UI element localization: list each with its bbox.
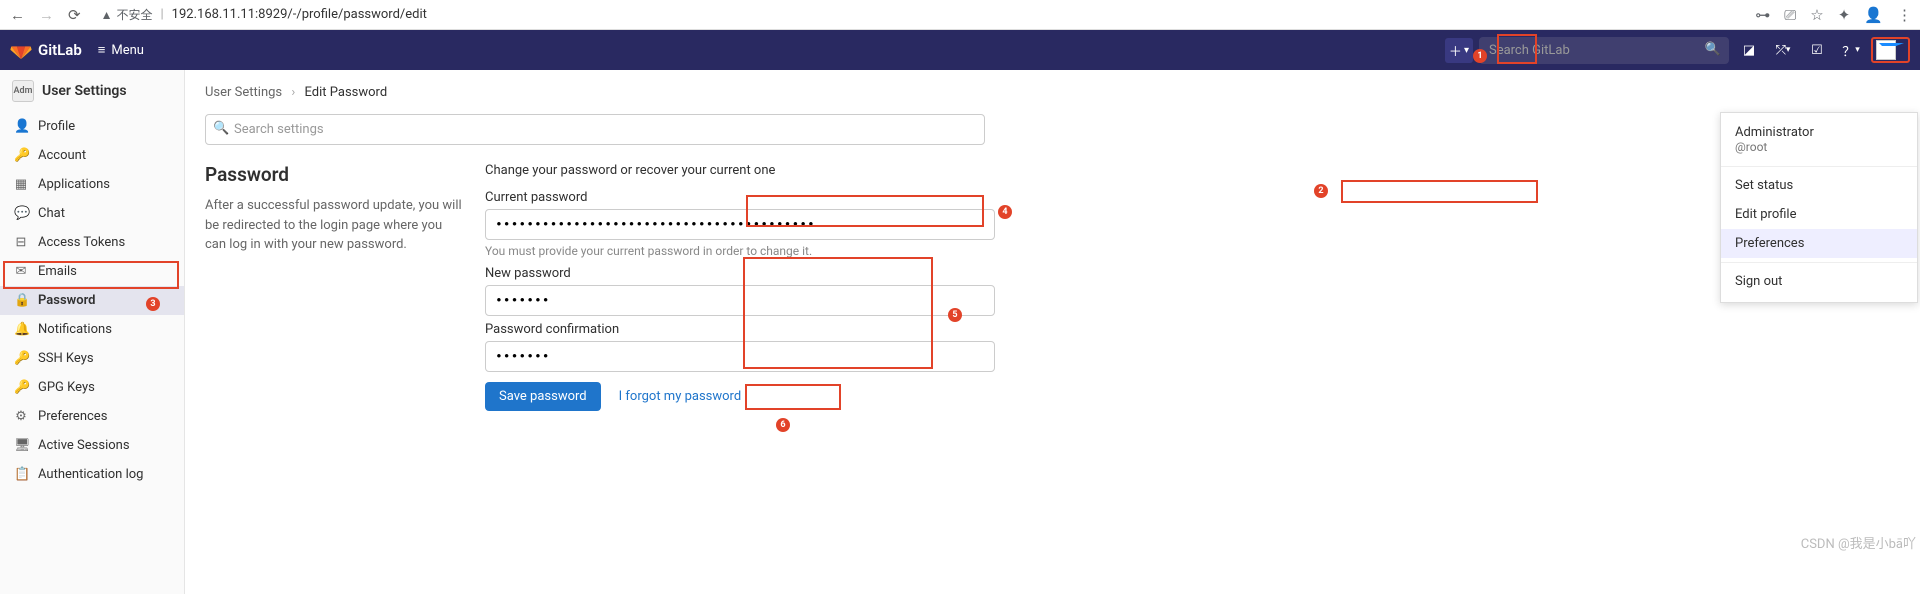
user-menu-toggle[interactable]: ▾ (1871, 37, 1910, 63)
reload-button[interactable]: ⟳ (66, 6, 83, 24)
help-icon[interactable]: ？▾ (1837, 36, 1865, 64)
account-icon: 🔑 (14, 148, 28, 163)
annot-num-2: 2 (1314, 184, 1328, 198)
forgot-password-link[interactable]: I forgot my password (619, 389, 742, 404)
chat-icon: 💬 (14, 206, 28, 221)
sidebar-item-applications[interactable]: ▦Applications (0, 170, 184, 199)
todos-icon[interactable]: ☑ (1803, 36, 1831, 64)
confirm-password-label: Password confirmation (485, 322, 995, 337)
form-hint: Change your password or recover your cur… (485, 163, 995, 178)
tanuki-icon (10, 39, 32, 61)
log-icon: 📋 (14, 467, 28, 482)
global-search[interactable]: 🔍 (1479, 37, 1729, 64)
sidebar-item-auth-log[interactable]: 📋Authentication log (0, 460, 184, 489)
sidebar-item-profile[interactable]: 👤Profile (0, 112, 184, 141)
sidebar-item-active-sessions[interactable]: 🖥Active Sessions (0, 431, 184, 460)
sidebar-item-access-tokens[interactable]: ⊟Access Tokens (0, 228, 184, 257)
merge-requests-icon[interactable]: ⤱ ▾ (1769, 36, 1797, 64)
form-description: Password After a successful password upd… (205, 163, 465, 411)
back-button[interactable]: ← (8, 6, 27, 24)
dropdown-edit-profile[interactable]: Edit profile (1721, 200, 1917, 229)
search-icon: 🔍 (1705, 42, 1721, 57)
url-text: 192.168.11.11:8929/-/profile/password/ed… (172, 7, 427, 22)
annot-num-1: 1 (1473, 49, 1487, 63)
sidebar-item-notifications[interactable]: 🔔Notifications (0, 315, 184, 344)
profile-icon: 👤 (14, 119, 28, 134)
sidebar-item-ssh-keys[interactable]: 🔑SSH Keys (0, 344, 184, 373)
new-password-input[interactable] (485, 285, 995, 316)
search-settings-input[interactable] (205, 114, 985, 145)
annot-num-3: 3 (146, 297, 160, 311)
dropdown-preferences[interactable]: Preferences (1721, 229, 1917, 258)
email-icon: ✉ (14, 264, 28, 279)
sliders-icon: ⚙ (14, 409, 28, 424)
sidebar-item-gpg-keys[interactable]: 🔑GPG Keys (0, 373, 184, 402)
browser-toolbar: ← → ⟳ ▲ 不安全 | 192.168.11.11:8929/-/profi… (0, 0, 1920, 30)
key-icon[interactable]: ⊶ (1755, 6, 1770, 24)
search-icon: 🔍 (213, 121, 229, 136)
breadcrumb-current: Edit Password (305, 85, 388, 100)
page-title: Password (205, 163, 465, 186)
current-password-help: You must provide your current password i… (485, 244, 995, 258)
token-icon: ⊟ (14, 235, 28, 250)
app-body: Adm User Settings 👤Profile 🔑Account ▦App… (0, 70, 1920, 594)
user-dropdown: Administrator @root Set status Edit prof… (1720, 112, 1918, 303)
password-form: Change your password or recover your cur… (485, 163, 995, 411)
bell-icon: 🔔 (14, 322, 28, 337)
sidebar-item-chat[interactable]: 💬Chat (0, 199, 184, 228)
sidebar: Adm User Settings 👤Profile 🔑Account ▦App… (0, 70, 185, 594)
breadcrumb-root[interactable]: User Settings (205, 85, 282, 100)
sessions-icon: 🖥 (14, 438, 28, 453)
dropdown-sign-out[interactable]: Sign out (1721, 267, 1917, 296)
sidebar-avatar: Adm (12, 80, 34, 102)
key-icon: 🔑 (14, 351, 28, 366)
forward-button[interactable]: → (37, 6, 56, 24)
plus-icon: ＋ (1449, 41, 1462, 60)
key-icon: 🔑 (14, 380, 28, 395)
apps-icon: ▦ (14, 177, 28, 192)
current-password-input[interactable] (485, 209, 995, 240)
dropdown-header: Administrator @root (1721, 119, 1917, 162)
gitlab-logo[interactable]: GitLab (10, 39, 82, 61)
save-password-button[interactable]: Save password (485, 382, 601, 411)
new-dropdown[interactable]: ＋ ▾ (1445, 38, 1473, 63)
content: User Settings › Edit Password 🔍 Password… (185, 70, 1920, 594)
kebab-icon[interactable]: ⋮ (1897, 6, 1912, 24)
extensions-icon[interactable]: ✦ (1838, 6, 1851, 24)
annot-num-6: 6 (776, 418, 790, 432)
annot-num-5: 5 (948, 308, 962, 322)
sidebar-item-preferences[interactable]: ⚙Preferences (0, 402, 184, 431)
user-avatar-icon (1876, 40, 1896, 60)
chevron-down-icon: ▾ (1900, 45, 1905, 56)
chevron-down-icon: ▾ (1464, 45, 1469, 56)
sidebar-item-account[interactable]: 🔑Account (0, 141, 184, 170)
dropdown-set-status[interactable]: Set status (1721, 171, 1917, 200)
translate-icon[interactable]: ⎚ (1784, 6, 1796, 24)
lock-icon: 🔒 (14, 293, 28, 308)
sidebar-item-emails[interactable]: ✉Emails (0, 257, 184, 286)
current-password-label: Current password (485, 190, 995, 205)
issues-icon[interactable]: ◪ (1735, 36, 1763, 64)
watermark: CSDN @我是小bā吖 (1801, 533, 1916, 552)
new-password-label: New password (485, 266, 995, 281)
breadcrumb: User Settings › Edit Password (205, 85, 1900, 100)
profile-icon[interactable]: 👤 (1864, 6, 1883, 24)
confirm-password-input[interactable] (485, 341, 995, 372)
global-search-input[interactable] (1479, 37, 1729, 64)
gitlab-navbar: GitLab ≡ Menu ＋ ▾ 🔍 ◪ ⤱ ▾ ☑ ？▾ ▾ (0, 30, 1920, 70)
insecure-badge: ▲ 不安全 (101, 6, 153, 23)
sidebar-header[interactable]: Adm User Settings (0, 70, 184, 112)
browser-actions: ⊶ ⎚ ☆ ✦ 👤 ⋮ (1755, 6, 1912, 24)
star-icon[interactable]: ☆ (1810, 6, 1823, 24)
address-bar[interactable]: ▲ 不安全 | 192.168.11.11:8929/-/profile/pas… (93, 3, 435, 26)
annot-num-4: 4 (998, 205, 1012, 219)
hamburger-icon: ≡ (98, 42, 106, 58)
menu-toggle[interactable]: ≡ Menu (92, 38, 150, 62)
sidebar-title: User Settings (42, 83, 127, 99)
